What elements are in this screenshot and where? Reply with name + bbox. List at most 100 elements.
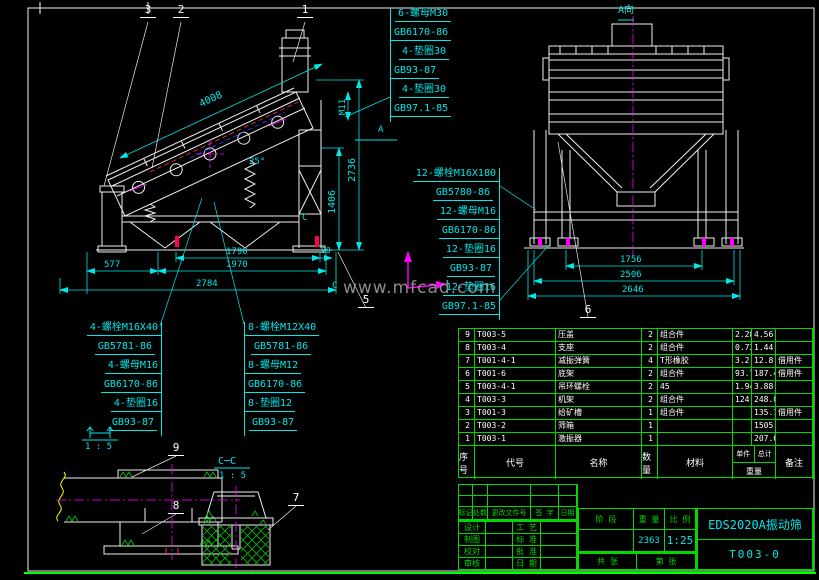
callout-line: 6-螺母M30	[395, 8, 451, 22]
callout-line: GB97.1-85	[391, 103, 451, 117]
part-qty: 2	[642, 394, 658, 407]
part-name: 底架	[556, 368, 642, 381]
label-approved: 批 准	[513, 546, 541, 558]
part-total-weight: 1505	[752, 420, 776, 433]
label-audited: 审核	[459, 558, 486, 570]
callout-bottom-mid-fasteners: 8-螺栓M12X40 GB5781-86 8-螺母M12 GB6170-86 8…	[244, 322, 319, 436]
header-qty: 数量	[642, 446, 658, 479]
part-notes: 借用件	[776, 355, 813, 368]
header-weight-group: 单件 总计 重量	[733, 446, 776, 479]
part-seq: 1	[459, 433, 475, 446]
signature-grid: 设计 工 艺 制图 标 准 校对 批 准 审核 日 期	[458, 521, 578, 571]
part-total-weight: 3.88	[752, 381, 776, 394]
section-mark-c-top: C	[302, 214, 307, 223]
sheet-count-grid: 共 张 第 张	[578, 553, 697, 571]
callout-line: GB93-87	[249, 417, 297, 431]
part-notes: 借用件	[776, 407, 813, 420]
balloon-6: 6	[580, 304, 596, 318]
part-notes	[776, 342, 813, 355]
part-code: T001-3	[475, 407, 556, 420]
part-total-weight: 248.02	[752, 394, 776, 407]
weld-symbols	[66, 472, 216, 545]
part-material: T形橡胶	[658, 355, 733, 368]
label-scale: 比 例	[665, 509, 696, 530]
header-unit-weight: 单件	[733, 446, 755, 462]
part-unit-weight	[733, 420, 752, 433]
part-name: 机架	[556, 394, 642, 407]
part-notes: 借用件	[776, 368, 813, 381]
callout-line: GB5781-86	[95, 341, 155, 355]
part-name: 筛箱	[556, 420, 642, 433]
callout-right-fasteners: 12-螺栓M16X180 GB5780-86 12-螺母M16 GB6170-8…	[413, 168, 500, 320]
dim-m11: M11	[338, 99, 348, 115]
dim-1756: 1756	[620, 256, 642, 265]
part-material: 组合件	[658, 368, 733, 381]
label-drawn: 制图	[459, 534, 486, 546]
part-qty: 2	[642, 381, 658, 394]
dim-2506: 2506	[620, 271, 642, 280]
part-notes	[776, 420, 813, 433]
scale-value: 1:25	[665, 530, 696, 552]
callout-line: 4-垫圈16	[111, 398, 161, 412]
part-total-weight: 4.56	[752, 329, 776, 342]
part-qty: 1	[642, 433, 658, 446]
callout-line: GB97.1-85	[439, 301, 499, 315]
part-total-weight: 207.65	[752, 433, 776, 446]
callout-line: GB6170-86	[391, 27, 451, 41]
part-notes	[776, 381, 813, 394]
part-seq: 9	[459, 329, 475, 342]
part-material	[658, 433, 733, 446]
label-standard: 标 准	[513, 534, 541, 546]
header-weight: 重量	[733, 463, 775, 479]
part-total-weight: 187.48	[752, 368, 776, 381]
balloon-7: 7	[288, 492, 304, 506]
right-view-linework	[524, 24, 744, 248]
callout-line: 4-垫圈30	[399, 84, 449, 98]
part-unit-weight: 124.01	[733, 394, 752, 407]
left-view-linework	[96, 30, 332, 252]
callout-line: GB5781-86	[251, 341, 311, 355]
part-code: T001-4-1	[475, 355, 556, 368]
part-total-weight: 12.8	[752, 355, 776, 368]
cad-drawing-sheet: 4008 2736 1406 M11 www.mfcad.com 3 2 1 5…	[0, 0, 819, 580]
balloon-5: 5	[358, 294, 374, 308]
section-mark-c-bottom: C	[332, 282, 337, 291]
part-material: 组合件	[658, 329, 733, 342]
label-stage: 阶 段	[579, 509, 634, 530]
header-total-weight: 总计	[755, 446, 776, 462]
part-code: T001-6	[475, 368, 556, 381]
part-material: 45	[658, 381, 733, 394]
part-qty: 1	[642, 407, 658, 420]
dim-2646: 2646	[622, 286, 644, 295]
part-total-weight: 135.14	[752, 407, 776, 420]
callout-line: GB6170-86	[245, 379, 305, 393]
dim-angle-25: 25°	[249, 158, 265, 167]
detail-cc-scale: 1 : 5	[219, 472, 246, 481]
part-seq: 3	[459, 407, 475, 420]
callout-line: 12-螺母M16	[437, 206, 499, 220]
callout-line: GB5780-86	[433, 187, 493, 201]
dim-4008: 4008	[198, 90, 224, 110]
header-notes: 备注	[776, 446, 813, 479]
balloon-3: 3	[140, 4, 156, 18]
drawing-title: EDS2020A振动筛	[698, 509, 813, 540]
part-name: 激振器	[556, 433, 642, 446]
part-unit-weight	[733, 407, 752, 420]
part-qty: 2	[642, 342, 658, 355]
part-qty: 1	[642, 420, 658, 433]
part-notes	[776, 394, 813, 407]
label-checked: 校对	[459, 546, 486, 558]
part-seq: 6	[459, 368, 475, 381]
header-seq: 序号	[459, 446, 475, 479]
view-arrow-a: A	[378, 126, 383, 135]
header-material: 材料	[658, 446, 733, 479]
title-box: EDS2020A振动筛 T003-0	[697, 508, 814, 571]
part-unit-weight: 1.94	[733, 381, 752, 394]
part-code: T003-2	[475, 420, 556, 433]
parts-list-table: 9 T003-5 压盖 2 组合件 2.28 4.56 8 T003-4 支座 …	[458, 328, 814, 478]
part-unit-weight: 2.28	[733, 329, 752, 342]
header-name: 名称	[556, 446, 642, 479]
part-name: 压盖	[556, 329, 642, 342]
part-seq: 8	[459, 342, 475, 355]
part-name: 吊环螺栓	[556, 381, 642, 394]
